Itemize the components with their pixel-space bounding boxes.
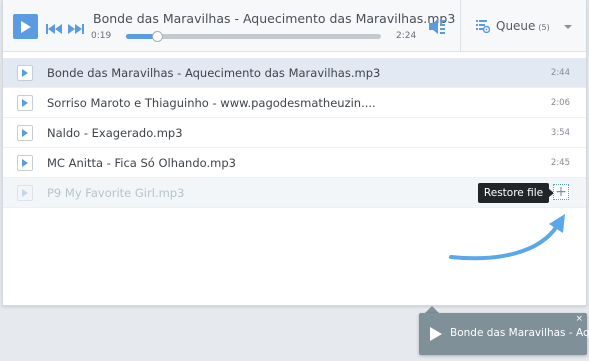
- play-button[interactable]: [13, 14, 38, 39]
- track-name: Sorriso Maroto e Thiaguinho - www.pagode…: [47, 96, 376, 110]
- mini-player-title: Bonde das Maravilhas - Aqu...: [450, 327, 589, 339]
- plus-icon: +: [555, 184, 567, 200]
- next-track-button[interactable]: [68, 20, 84, 34]
- play-icon: [22, 129, 28, 137]
- total-time: 2:24: [396, 31, 417, 41]
- track-name: Bonde das Maravilhas - Aquecimento das M…: [47, 66, 381, 80]
- track-duration: 2:06: [550, 98, 570, 108]
- toolbar-divider: [460, 0, 461, 52]
- track-name: MC Anitta - Fica Só Olhando.mp3: [47, 156, 236, 170]
- queue-label: Queue: [496, 19, 536, 33]
- close-icon[interactable]: ×: [575, 315, 583, 324]
- skip-forward-icon: [68, 24, 84, 34]
- track-row[interactable]: MC Anitta - Fica Só Olhando.mp3 2:45: [3, 148, 586, 178]
- player-bar: Bonde das Maravilhas - Aquecimento das M…: [3, 0, 586, 52]
- seek-bar[interactable]: [126, 31, 381, 42]
- track-play-button[interactable]: [17, 95, 33, 111]
- track-duration: 2:45: [550, 158, 570, 168]
- track-play-button[interactable]: [17, 65, 33, 81]
- queue-list-icon: [476, 20, 490, 33]
- restore-file-tooltip: Restore file: [478, 183, 549, 203]
- track-row[interactable]: Sorriso Maroto e Thiaguinho - www.pagode…: [3, 88, 586, 118]
- track-duration: 2:44: [550, 68, 570, 78]
- curved-arrow-icon: [449, 214, 565, 261]
- track-play-button[interactable]: [17, 155, 33, 171]
- volume-button[interactable]: [429, 19, 446, 34]
- track-duration: 3:54: [550, 128, 570, 138]
- volume-icon: [429, 19, 445, 34]
- track-row[interactable]: Bonde das Maravilhas - Aquecimento das M…: [3, 58, 586, 88]
- track-name: Naldo - Exagerado.mp3: [47, 126, 183, 140]
- restore-file-button[interactable]: +: [553, 184, 569, 200]
- play-icon: [20, 20, 31, 33]
- play-icon: [22, 99, 28, 107]
- track-play-button[interactable]: [17, 125, 33, 141]
- track-play-button: [17, 185, 33, 201]
- current-time: 0:19: [91, 31, 112, 41]
- now-playing-title: Bonde das Maravilhas - Aquecimento das M…: [93, 11, 456, 26]
- play-icon: [22, 189, 28, 197]
- mini-player-notch: [425, 306, 439, 313]
- chevron-down-icon[interactable]: [564, 25, 572, 29]
- mini-player[interactable]: Bonde das Maravilhas - Aqu... ×: [419, 313, 589, 355]
- skip-back-icon: [46, 24, 62, 34]
- track-row[interactable]: Naldo - Exagerado.mp3 3:54: [3, 118, 586, 148]
- seek-handle[interactable]: [151, 31, 163, 42]
- play-icon: [22, 159, 28, 167]
- queue-button[interactable]: Queue (5): [496, 19, 550, 33]
- previous-track-button[interactable]: [46, 20, 62, 34]
- play-icon: [22, 69, 28, 77]
- track-name: P9 My Favorite Girl.mp3: [47, 186, 185, 200]
- queue-count: (5): [538, 23, 550, 32]
- play-icon[interactable]: [430, 327, 442, 341]
